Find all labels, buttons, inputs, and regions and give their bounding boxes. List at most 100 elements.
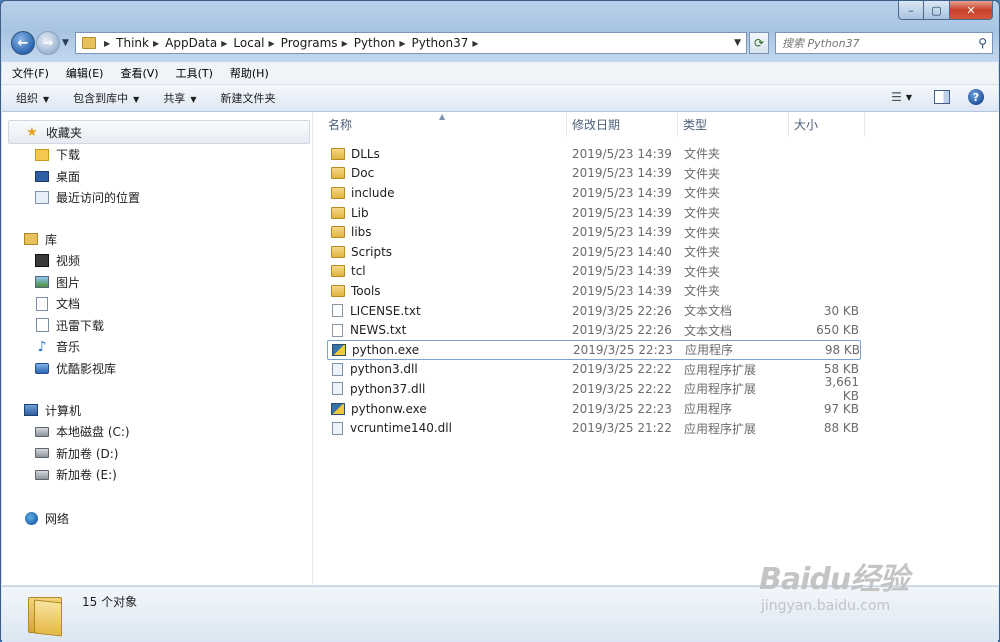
menu-view[interactable]: 查看(V) [113, 65, 165, 81]
organize-button[interactable]: 组织 ▼ [6, 90, 59, 106]
folder-icon [331, 206, 345, 219]
local-disk-icon [35, 426, 49, 437]
close-button[interactable]: ✕ [950, 1, 993, 20]
refresh-button[interactable]: ⟳ [749, 32, 769, 54]
caption-buttons: – ▢ ✕ [898, 1, 993, 20]
search-icon[interactable]: ⚲ [978, 36, 987, 50]
address-bar[interactable]: ▶ Think ▶ AppData ▶ Local ▶ Programs ▶ P… [75, 32, 747, 54]
table-row[interactable]: Doc 2019/5/23 14:39 文件夹 [327, 164, 861, 184]
nav-recent-places[interactable]: 最近访问的位置 [2, 187, 312, 209]
nav-libraries[interactable]: 库 [2, 228, 312, 250]
chevron-right-icon[interactable]: ▶ [399, 39, 405, 48]
forward-button[interactable]: → [36, 31, 60, 55]
file-name: include [351, 185, 395, 200]
nav-music[interactable]: ♪ 音乐 [2, 336, 312, 358]
nav-documents[interactable]: 文档 [2, 293, 312, 315]
file-type: 文件夹 [684, 284, 721, 299]
nav-favorites[interactable]: ★ 收藏夹 [8, 120, 310, 144]
column-header-type[interactable]: 类型 [678, 112, 789, 137]
include-in-library-button[interactable]: 包含到库中 ▼ [63, 90, 149, 106]
table-row[interactable]: python.exe 2019/3/25 22:23 应用程序 98 KB [327, 340, 861, 360]
table-row[interactable]: python3.dll 2019/3/25 22:22 应用程序扩展 58 KB [327, 360, 861, 380]
nav-pictures[interactable]: 图片 [2, 272, 312, 294]
table-row[interactable]: NEWS.txt 2019/3/25 22:26 文本文档 650 KB [327, 320, 861, 340]
breadcrumb-programs[interactable]: Programs [281, 36, 338, 50]
menu-edit[interactable]: 编辑(E) [59, 65, 111, 81]
breadcrumb-local[interactable]: Local [233, 36, 264, 50]
file-list-pane: 名称 ▲ 修改日期 类型 大小 DLLs 2019/5/23 14:39 文件夹 Do… [313, 112, 999, 585]
nav-drive-e[interactable]: 新加卷 (E:) [2, 464, 312, 486]
nav-drive-c[interactable]: 本地磁盘 (C:) [2, 421, 312, 443]
chevron-right-icon[interactable]: ▶ [104, 39, 110, 48]
recent-pages-dropdown[interactable]: ▼ [62, 38, 69, 48]
table-row[interactable]: LICENSE.txt 2019/3/25 22:26 文本文档 30 KB [327, 301, 861, 321]
chevron-right-icon[interactable]: ▶ [342, 39, 348, 48]
nav-drive-d[interactable]: 新加卷 (D:) [2, 443, 312, 465]
file-name: Lib [351, 205, 369, 220]
nav-libraries-label: 库 [45, 232, 58, 247]
nav-downloads[interactable]: 下载 [2, 144, 312, 166]
table-row[interactable]: Tools 2019/5/23 14:39 文件夹 [327, 281, 861, 301]
column-header-size[interactable]: 大小 [789, 112, 865, 137]
chevron-down-icon: ▼ [43, 95, 50, 104]
change-view-icon[interactable]: ☰ [891, 90, 902, 104]
modified-date: 2019/5/23 14:40 [572, 244, 672, 259]
file-name-cell: python.exe [328, 343, 419, 357]
file-name-cell: Doc [327, 166, 374, 180]
table-row[interactable]: tcl 2019/5/23 14:39 文件夹 [327, 262, 861, 282]
modified-date: 2019/5/23 14:39 [572, 185, 672, 200]
chevron-right-icon[interactable]: ▶ [153, 39, 159, 48]
table-row[interactable]: DLLs 2019/5/23 14:39 文件夹 [327, 144, 861, 164]
modified-date: 2019/3/25 22:23 [572, 401, 672, 416]
breadcrumb-think[interactable]: Think [116, 36, 149, 50]
nav-desktop[interactable]: 桌面 [2, 166, 312, 188]
table-row[interactable]: python37.dll 2019/3/25 22:22 应用程序扩展 3,661 K… [327, 375, 861, 403]
command-bar: 组织 ▼ 包含到库中 ▼ 共享 ▼ 新建文件夹 ☰ ▼ ? [2, 85, 998, 112]
table-row[interactable]: vcruntime140.dll 2019/3/25 21:22 应用程序扩展 88 … [327, 418, 861, 438]
share-button[interactable]: 共享 ▼ [153, 90, 206, 106]
table-row[interactable]: libs 2019/5/23 14:39 文件夹 [327, 222, 861, 242]
details-pane: 15 个对象 [2, 586, 998, 642]
chevron-right-icon[interactable]: ▶ [221, 39, 227, 48]
menu-help[interactable]: 帮助(H) [223, 65, 276, 81]
search-input[interactable] [776, 35, 974, 51]
breadcrumb-python[interactable]: Python [354, 36, 396, 50]
breadcrumb-python37[interactable]: Python37 [411, 36, 468, 50]
nav-computer[interactable]: 计算机 [2, 399, 312, 421]
nav-youku-library-label: 优酷影视库 [56, 361, 117, 376]
maximize-button[interactable]: ▢ [924, 1, 950, 20]
python-exe-icon [331, 402, 345, 415]
help-icon[interactable]: ? [968, 89, 984, 105]
back-button[interactable]: ← [11, 31, 35, 55]
search-box[interactable]: ⚲ [775, 32, 993, 54]
file-name-cell: python3.dll [327, 362, 418, 376]
file-name-cell: NEWS.txt [327, 323, 406, 337]
file-size: 30 KB [823, 303, 859, 318]
nav-xunlei-downloads[interactable]: 迅雷下载 [2, 315, 312, 337]
star-icon: ★ [26, 124, 38, 140]
menu-tools[interactable]: 工具(T) [169, 65, 220, 81]
chevron-down-icon[interactable]: ▼ [906, 93, 912, 102]
python-exe-icon [332, 343, 346, 356]
breadcrumb-appdata[interactable]: AppData [165, 36, 217, 50]
preview-pane-icon[interactable] [934, 90, 950, 104]
forward-arrow-icon: → [42, 35, 54, 51]
menu-file[interactable]: 文件(F) [5, 65, 56, 81]
modified-date: 2019/3/25 22:22 [572, 381, 672, 396]
nav-downloads-label: 下载 [56, 148, 81, 163]
chevron-right-icon[interactable]: ▶ [472, 39, 478, 48]
chevron-right-icon[interactable]: ▶ [269, 39, 275, 48]
address-dropdown-icon[interactable]: ▼ [734, 38, 741, 48]
nav-pictures-label: 图片 [56, 275, 81, 290]
table-row[interactable]: Scripts 2019/5/23 14:40 文件夹 [327, 242, 861, 262]
table-row[interactable]: include 2019/5/23 14:39 文件夹 [327, 183, 861, 203]
column-header-date[interactable]: 修改日期 [567, 112, 678, 137]
nav-network[interactable]: 网络 [2, 507, 312, 529]
file-size: 98 KB [824, 342, 860, 357]
nav-youku-library[interactable]: 优酷影视库 [2, 358, 312, 380]
new-folder-button[interactable]: 新建文件夹 [210, 90, 285, 106]
nav-videos[interactable]: 视频 [2, 250, 312, 272]
minimize-button[interactable]: – [898, 1, 924, 20]
table-row[interactable]: pythonw.exe 2019/3/25 22:23 应用程序 97 KB [327, 399, 861, 419]
table-row[interactable]: Lib 2019/5/23 14:39 文件夹 [327, 203, 861, 223]
